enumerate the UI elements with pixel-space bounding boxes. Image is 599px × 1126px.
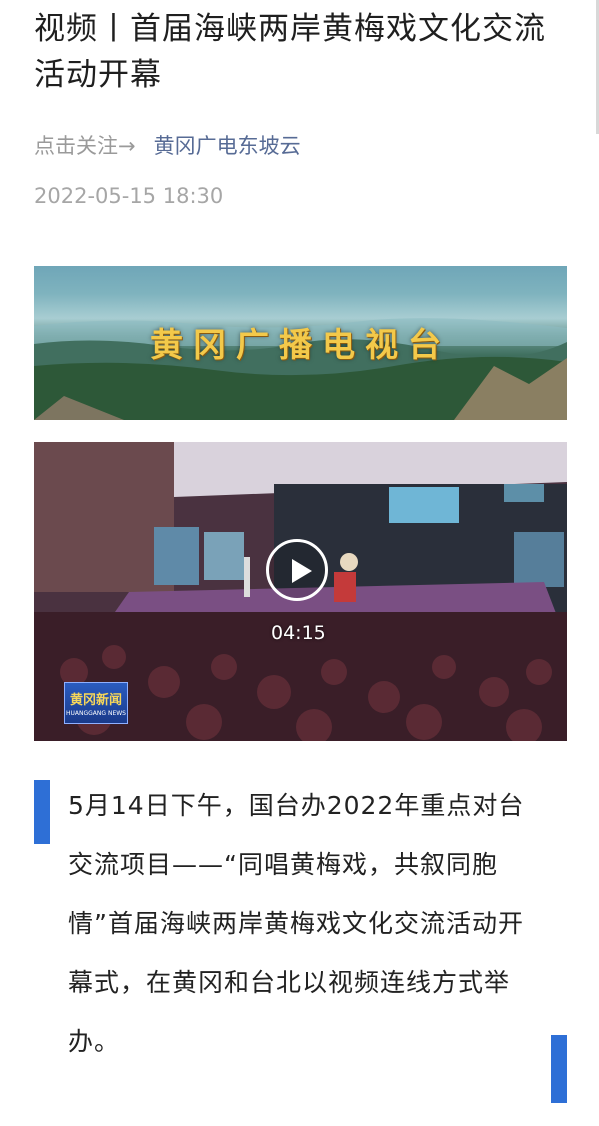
news-channel-logo: 黄冈新闻 HUANGGANG NEWS bbox=[64, 682, 128, 724]
paragraph-accent-bar bbox=[34, 780, 50, 844]
video-duration: 04:15 bbox=[271, 622, 326, 644]
play-button[interactable] bbox=[266, 539, 328, 601]
station-banner-image: 黄冈广播电视台 bbox=[34, 266, 567, 420]
news-logo-subtext: HUANGGANG NEWS bbox=[66, 710, 126, 717]
follow-prompt[interactable]: 点击关注→ bbox=[34, 134, 136, 158]
paragraph-accent-bar-end bbox=[551, 1035, 567, 1103]
publish-time: 2022-05-15 18:30 bbox=[34, 184, 224, 208]
author-row: 点击关注→ 黄冈广电东坡云 bbox=[34, 130, 301, 162]
article-paragraph: 5月14日下午，国台办2022年重点对台交流项目——“同唱黄梅戏，共叙同胞情”首… bbox=[68, 791, 525, 1056]
banner-text: 黄冈广播电视台 bbox=[150, 325, 451, 364]
article-title: 视频丨首届海峡两岸黄梅戏文化交流活动开幕 bbox=[34, 11, 546, 93]
news-logo-text: 黄冈新闻 bbox=[69, 693, 122, 708]
account-name-link[interactable]: 黄冈广电东坡云 bbox=[154, 134, 301, 158]
video-player[interactable]: 04:15 黄冈新闻 HUANGGANG NEWS bbox=[34, 442, 567, 741]
